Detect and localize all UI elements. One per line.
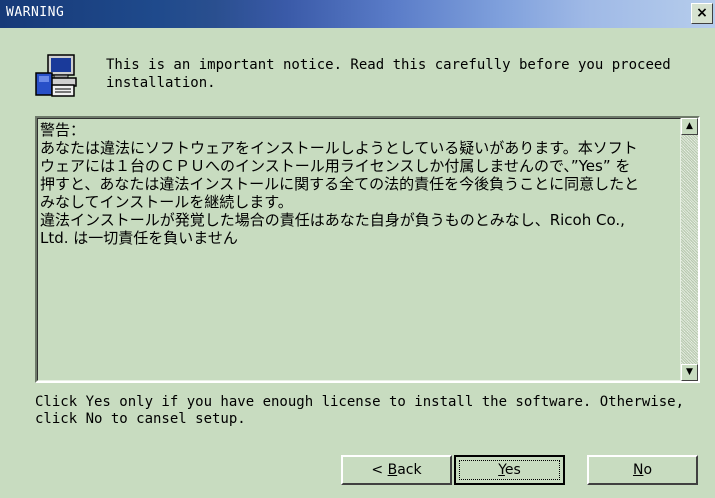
license-warning-textbox[interactable]: 警告： あなたは違法にソフトウェアをインストールしようとしている疑いがあります。… [35,116,700,383]
warning-dialog: WARNING × This is an important notice. R… [0,0,715,498]
computer-install-icon [35,54,77,97]
title-bar[interactable]: WARNING × [0,0,715,28]
scroll-up-button[interactable]: ▲ [681,118,698,135]
back-button[interactable]: < Back [341,455,452,485]
notice-text: This is an important notice. Read this c… [106,57,671,91]
no-rest: o [643,462,653,478]
yes-button[interactable]: Yes [454,455,565,485]
vertical-scrollbar[interactable]: ▲ ▼ [681,118,698,381]
arrow-up-icon: ▲ [686,121,693,131]
no-mnemonic: N [632,462,644,478]
back-prefix: < [371,462,388,478]
focus-rect [459,460,560,480]
back-rest: ack [397,462,422,478]
footer-instructions: Click Yes only if you have enough licens… [35,394,685,427]
no-button[interactable]: No [587,455,698,485]
arrow-down-icon: ▼ [686,367,693,377]
close-icon: × [696,5,708,21]
scroll-down-button[interactable]: ▼ [681,364,698,381]
close-button[interactable]: × [691,3,713,24]
back-mnemonic: B [387,462,398,478]
window-title: WARNING [6,5,65,20]
warning-text: 警告： あなたは違法にソフトウェアをインストールしようとしている疑いがあります。… [40,121,640,247]
textbox-content: 警告： あなたは違法にソフトウェアをインストールしようとしている疑いがあります。… [37,118,681,381]
